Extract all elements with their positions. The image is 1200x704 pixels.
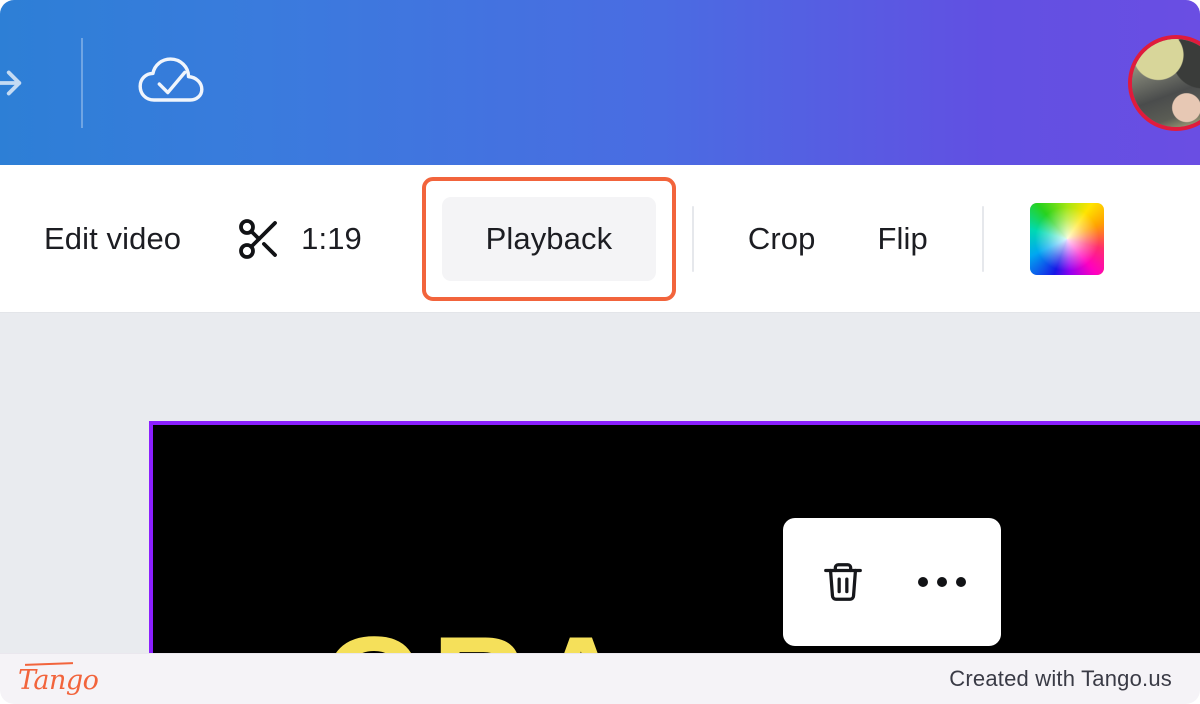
color-swatch-gradient: [1029, 202, 1104, 275]
selected-video-element[interactable]: GRA: [149, 421, 1200, 653]
flip-label: Flip: [877, 220, 928, 256]
arrow-right-icon[interactable]: [0, 62, 28, 104]
tango-logo: Tango: [18, 662, 99, 696]
rainbow-color-swatch[interactable]: [1029, 202, 1104, 275]
crop-button[interactable]: Crop: [744, 201, 820, 277]
tango-credit-label: Created with Tango.us: [949, 666, 1172, 691]
app-window: Edit video 1:19 Playback Crop Flip Tango…: [0, 0, 1200, 704]
toolbar-divider-2: [981, 205, 984, 272]
arrow-right-glyph: [0, 70, 22, 95]
more-horizontal-icon: [917, 577, 966, 587]
element-context-toolbar: [783, 518, 1001, 646]
editor-canvas[interactable]: GRA: [0, 313, 1200, 653]
scissors-glyph: [239, 218, 278, 259]
avatar-image: [1132, 38, 1200, 127]
app-header: [0, 0, 1200, 165]
trim-button[interactable]: 1:19: [231, 201, 366, 277]
tango-footer: Tango Created with Tango.us: [0, 653, 1200, 704]
video-duration-label: 1:19: [301, 220, 362, 256]
header-divider: [81, 38, 83, 128]
scissors-icon: [235, 215, 283, 263]
dot: [955, 577, 966, 587]
cloud-check-icon[interactable]: [135, 51, 207, 115]
edit-video-label: Edit video: [44, 220, 182, 256]
trash-glyph: [823, 563, 862, 601]
playback-button[interactable]: Playback: [441, 196, 656, 281]
toolbar-divider-1: [691, 205, 694, 272]
cloud-check-glyph: [138, 56, 204, 102]
more-options-button[interactable]: [904, 544, 980, 620]
dot: [936, 577, 947, 587]
trash-icon: [820, 559, 866, 605]
playback-button-highlight: Playback: [421, 176, 676, 301]
playback-label: Playback: [485, 220, 613, 256]
crop-label: Crop: [747, 220, 816, 256]
video-edit-toolbar: Edit video 1:19 Playback Crop Flip: [0, 165, 1200, 313]
dot: [917, 577, 928, 587]
edit-video-button[interactable]: Edit video: [40, 201, 185, 277]
avatar[interactable]: [1128, 34, 1200, 131]
flip-button[interactable]: Flip: [873, 201, 931, 277]
video-overlay-text: GRA: [323, 617, 636, 653]
delete-element-button[interactable]: [805, 544, 881, 620]
